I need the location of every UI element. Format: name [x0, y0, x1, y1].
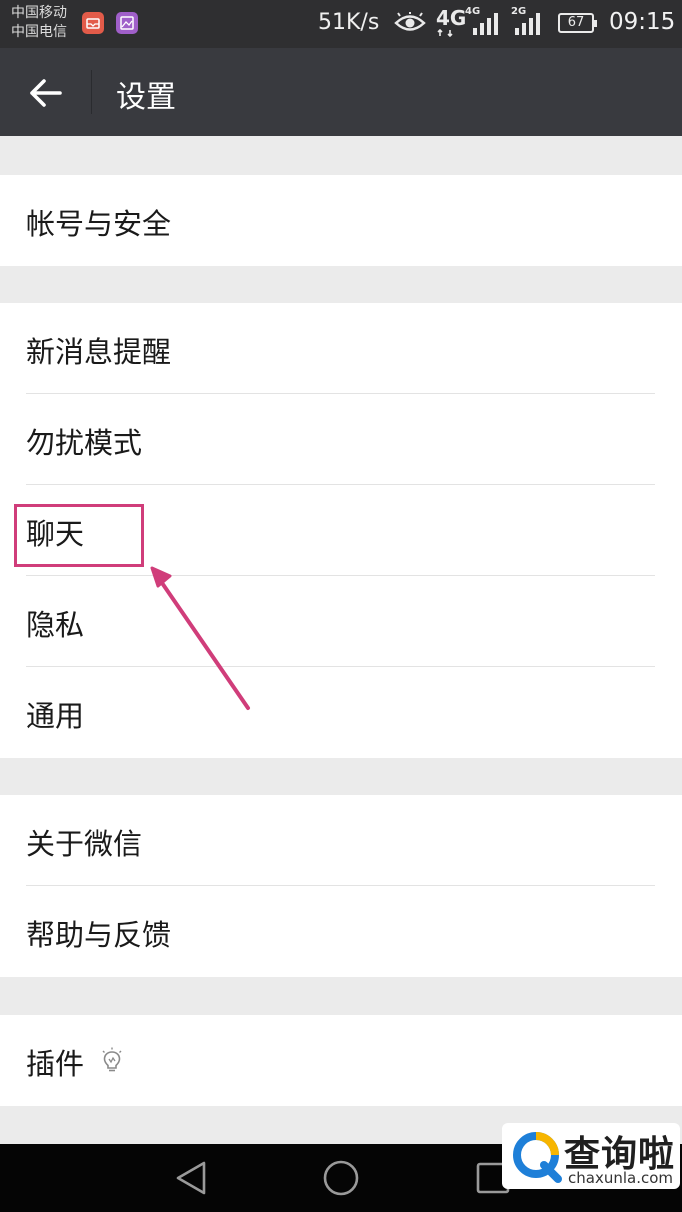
settings-item-plugins[interactable]: 插件	[0, 1015, 682, 1106]
network-speed: 51K/s	[318, 10, 380, 35]
gallery-notification-icon	[116, 12, 138, 34]
carrier-2: 中国电信	[11, 24, 67, 40]
signal-strength-icon	[473, 13, 498, 35]
settings-item-label: 帮助与反馈	[26, 918, 172, 952]
settings-group-plugins: 插件	[0, 1015, 682, 1106]
settings-item-about-wechat[interactable]: 关于微信	[0, 795, 682, 886]
signal-strength-2-icon	[515, 13, 540, 35]
settings-item-new-message-notifications[interactable]: 新消息提醒	[0, 303, 682, 394]
settings-item-label: 帐号与安全	[26, 207, 172, 241]
watermark-url: chaxunla.com	[568, 1169, 673, 1187]
carrier-1: 中国移动	[11, 5, 67, 21]
settings-item-account-security[interactable]: 帐号与安全	[0, 175, 682, 266]
settings-group-about: 关于微信 帮助与反馈	[0, 795, 682, 977]
carrier-info: 中国移动 中国电信	[11, 4, 67, 42]
eye-comfort-icon	[394, 12, 426, 31]
settings-item-label: 新消息提醒	[26, 335, 172, 369]
settings-group-account: 帐号与安全	[0, 175, 682, 266]
battery-indicator: 67	[558, 13, 597, 33]
data-arrows-icon	[437, 29, 453, 37]
chat-highlight-box	[14, 504, 144, 567]
page-title: 设置	[116, 80, 176, 115]
clock: 09:15	[609, 9, 676, 35]
magnifier-logo-icon	[513, 1132, 562, 1183]
settings-item-label: 隐私	[26, 608, 85, 642]
chaxunla-watermark: 查询啦 chaxunla.com	[502, 1123, 680, 1189]
lightbulb-icon	[102, 1047, 122, 1072]
settings-item-privacy[interactable]: 隐私	[0, 576, 682, 667]
network-4g-label: 4G	[436, 6, 467, 30]
settings-item-help-feedback[interactable]: 帮助与反馈	[0, 886, 682, 977]
app-toolbar: 设置	[0, 48, 682, 136]
toolbar-divider	[91, 70, 92, 114]
nav-home-icon[interactable]	[322, 1159, 360, 1197]
settings-item-label: 勿扰模式	[26, 426, 143, 460]
settings-item-do-not-disturb[interactable]: 勿扰模式	[0, 394, 682, 485]
settings-item-label: 通用	[26, 699, 85, 733]
status-bar: 中国移动 中国电信 51K/s 4G 4G 2G 67 09:15	[0, 0, 682, 48]
settings-item-label: 关于微信	[26, 827, 143, 861]
mail-notification-icon	[82, 12, 104, 34]
settings-item-general[interactable]: 通用	[0, 667, 682, 758]
back-arrow-icon[interactable]	[26, 73, 66, 113]
nav-back-icon[interactable]	[174, 1160, 208, 1196]
settings-item-label: 插件	[26, 1047, 85, 1081]
